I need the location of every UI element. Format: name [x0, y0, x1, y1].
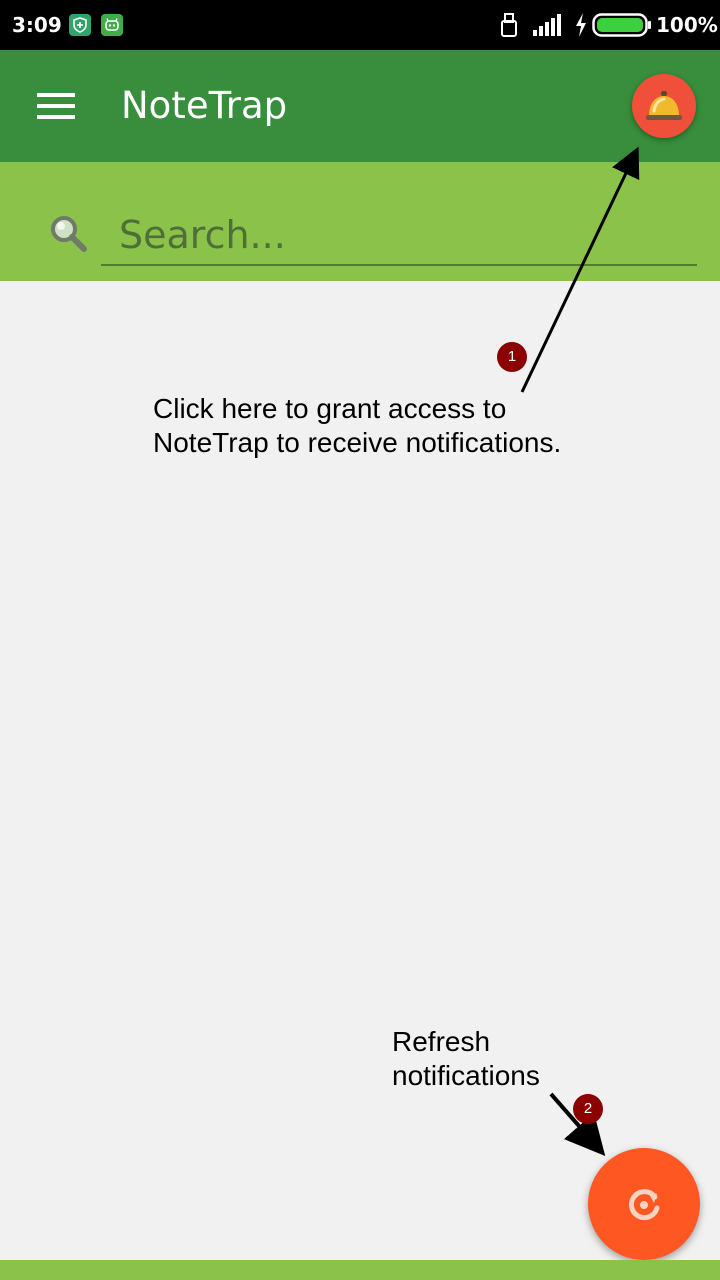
- bell-icon: [646, 91, 682, 120]
- battery-icon: [592, 13, 652, 41]
- toolbar: NoteTrap: [0, 50, 720, 162]
- search-input[interactable]: [101, 206, 697, 266]
- app-title: NoteTrap: [121, 84, 288, 127]
- status-time: 3:09: [12, 13, 62, 37]
- refresh-fab[interactable]: [588, 1148, 700, 1260]
- annotation-refresh: Refresh notifications: [392, 1026, 540, 1091]
- battery-percent: 100%: [656, 13, 718, 37]
- search-icon: [51, 216, 87, 252]
- shield-icon: [69, 14, 91, 36]
- charging-icon: [574, 12, 588, 42]
- signal-icon: [532, 12, 562, 42]
- annotation-grant-access: Click here to grant access to NoteTrap t…: [153, 393, 562, 458]
- notification-access-button[interactable]: [632, 74, 696, 138]
- step-badge-1: 1: [497, 342, 527, 372]
- status-bar: 3:09 100%: [0, 0, 720, 50]
- menu-button[interactable]: [28, 86, 84, 126]
- search-bar: [0, 162, 720, 281]
- robot-icon: [101, 14, 123, 36]
- step-badge-2: 2: [573, 1094, 603, 1124]
- bottom-bar: [0, 1260, 720, 1280]
- sim-icon: [500, 12, 518, 42]
- hamburger-menu-icon: [37, 93, 75, 119]
- refresh-icon: [628, 1189, 660, 1221]
